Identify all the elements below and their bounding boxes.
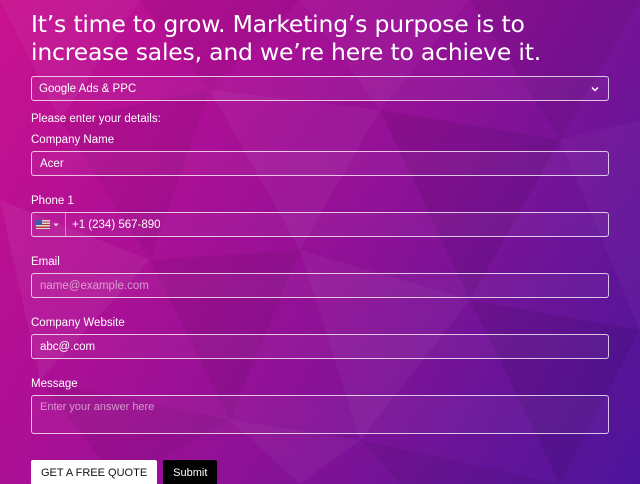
website-label: Company Website: [31, 317, 125, 329]
phone-label: Phone 1: [31, 195, 74, 207]
company-name-field[interactable]: Acer: [31, 151, 609, 176]
us-flag-icon: [36, 220, 50, 229]
phone-field[interactable]: +1 (234) 567-890: [31, 212, 609, 237]
country-selector[interactable]: [36, 213, 66, 236]
get-free-quote-button[interactable]: GET A FREE QUOTE: [31, 460, 158, 484]
submit-button[interactable]: Submit: [163, 460, 218, 484]
quote-form: It’s time to grow. Marketing’s purpose i…: [31, 10, 609, 484]
form-actions: GET A FREE QUOTE Submit: [31, 460, 609, 484]
company-name-label: Company Name: [31, 134, 115, 146]
company-name-value: Acer: [40, 157, 64, 170]
service-select[interactable]: Google Ads & PPC: [31, 76, 609, 101]
phone-value: +1 (234) 567-890: [72, 218, 161, 231]
email-label: Email: [31, 256, 60, 268]
form-instruction: Please enter your details:: [31, 113, 161, 125]
chevron-down-icon: [591, 86, 599, 91]
email-field[interactable]: name@example.com: [31, 273, 609, 298]
website-value: abc@.com: [40, 340, 96, 353]
website-field[interactable]: abc@.com: [31, 334, 609, 359]
message-placeholder: Enter your answer here: [40, 401, 155, 413]
message-field[interactable]: Enter your answer here: [31, 395, 609, 434]
email-placeholder: name@example.com: [40, 279, 149, 292]
page-title: It’s time to grow. Marketing’s purpose i…: [31, 10, 541, 66]
service-select-value: Google Ads & PPC: [39, 82, 137, 95]
caret-down-icon: [53, 223, 59, 226]
message-label: Message: [31, 378, 78, 390]
